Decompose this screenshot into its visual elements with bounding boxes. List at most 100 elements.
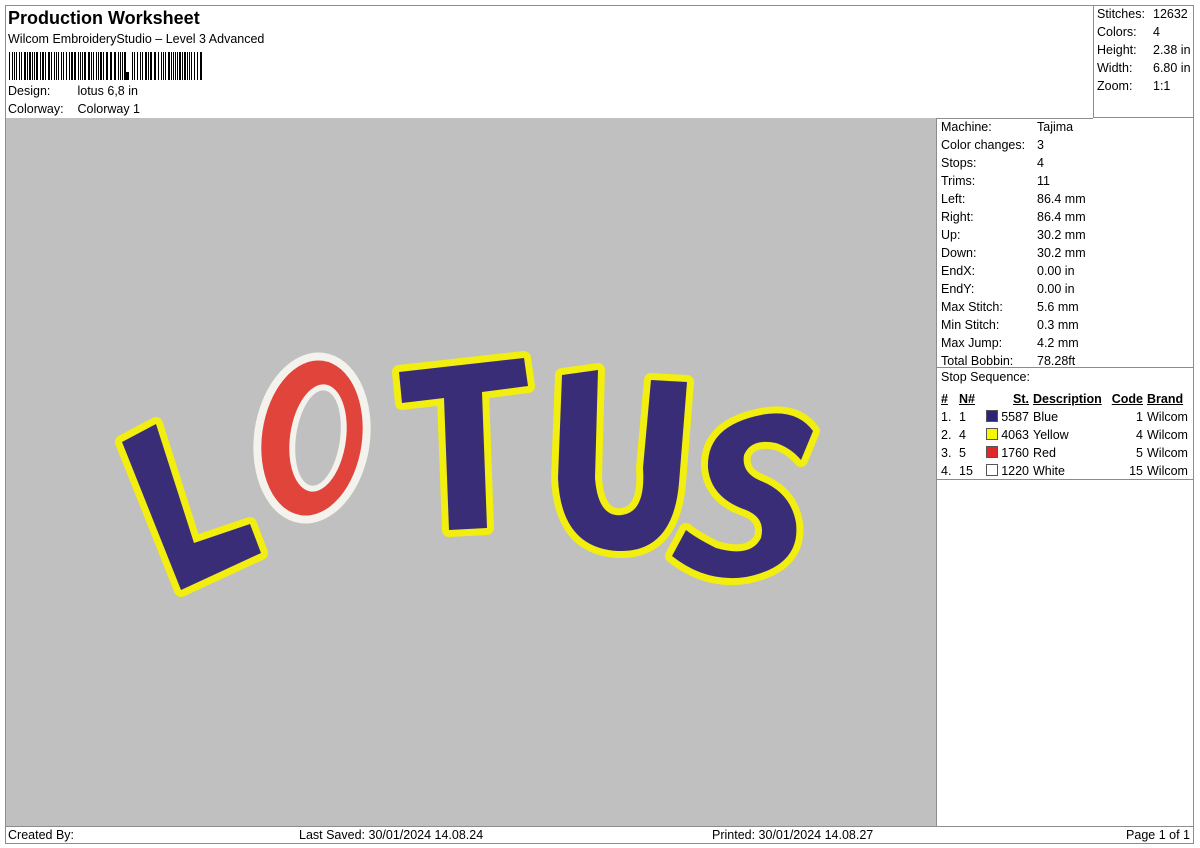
summary-value: 6.80 in [1153, 61, 1191, 75]
summary-value: 12632 [1153, 7, 1188, 21]
stop-stitches-cell: 1760 [981, 444, 1031, 462]
last-saved: Last Saved: 30/01/2024 14.08.24 [299, 828, 484, 842]
info-label: Machine: [941, 120, 992, 134]
stop-description: Yellow [1033, 428, 1069, 442]
info-label: EndY: [941, 282, 975, 296]
stop-code: 1 [1136, 410, 1143, 424]
stop-code: 4 [1136, 428, 1143, 442]
stop-code: 15 [1129, 464, 1143, 478]
info-value: 30.2 mm [1037, 228, 1086, 242]
color-swatch [985, 464, 998, 476]
design-label: Design: [8, 84, 51, 98]
stop-row: 4. 15 1220 White 15 Wilcom [939, 462, 1190, 480]
stop-stitches-cell: 4063 [981, 426, 1031, 444]
stop-stitches: 1220 [1001, 464, 1029, 478]
info-row-down: Down: 30.2 mm [941, 246, 1086, 260]
stop-brand: Wilcom [1147, 428, 1188, 442]
stop-sequence-table: # N# St. Description Code Brand 1. 1 558… [939, 390, 1190, 480]
color-swatch [985, 446, 998, 458]
stop-stitches-cell: 5587 [981, 408, 1031, 426]
stop-needle: 4 [959, 428, 966, 442]
info-row-trims: Trims: 11 [941, 174, 1050, 188]
info-value: 86.4 mm [1037, 210, 1086, 224]
worksheet-footer: Created By: Last Saved: 30/01/2024 14.08… [6, 826, 1193, 844]
info-label: Up: [941, 228, 961, 242]
summary-value: 4 [1153, 25, 1160, 39]
lotus-embroidery-design [115, 351, 820, 597]
stop-index: 4. [941, 464, 952, 478]
info-label: Right: [941, 210, 974, 224]
summary-label: Colors: [1097, 25, 1137, 39]
barcode-image [9, 52, 202, 80]
info-row-endy: EndY: 0.00 in [941, 282, 1075, 296]
info-value: 3 [1037, 138, 1044, 152]
info-label: Total Bobbin: [941, 354, 1014, 368]
stop-table-header: # N# St. Description Code Brand [939, 390, 1190, 408]
summary-row-stitches: Stitches: 12632 [1097, 7, 1188, 21]
info-value: 11 [1037, 174, 1050, 188]
summary-label: Height: [1097, 43, 1137, 57]
info-row-left: Left: 86.4 mm [941, 192, 1086, 206]
colorway-label: Colorway: [8, 102, 64, 116]
info-row-machine: Machine: Tajima [941, 120, 1073, 134]
info-value: 4 [1037, 156, 1044, 170]
info-value: 0.3 mm [1037, 318, 1079, 332]
col-header-needle: N# [959, 392, 975, 406]
col-header-brand: Brand [1147, 392, 1184, 406]
info-value: Tajima [1037, 120, 1074, 134]
summary-row-zoom: Zoom: 1:1 [1097, 79, 1170, 93]
letter-t-fill [399, 358, 528, 530]
colorway-value: Colorway 1 [77, 102, 141, 116]
info-row-up: Up: 30.2 mm [941, 228, 1086, 242]
stop-row: 1. 1 5587 Blue 1 Wilcom [939, 408, 1190, 426]
design-value: lotus 6,8 in [77, 84, 138, 98]
col-header-description: Description [1033, 392, 1102, 406]
colorway-row: Colorway: Colorway 1 [8, 102, 140, 116]
stop-sequence-label: Stop Sequence: [941, 370, 1030, 384]
stop-needle: 5 [959, 446, 966, 460]
machine-info-panel: Machine: Tajima Color changes: 3 Stops: 4 T… [937, 118, 1193, 826]
stop-index: 1. [941, 410, 952, 424]
stop-code: 5 [1136, 446, 1143, 460]
col-header-index: # [941, 392, 948, 406]
stop-row: 2. 4 4063 Yellow 4 Wilcom [939, 426, 1190, 444]
info-label: Color changes: [941, 138, 1026, 152]
info-value: 0.00 in [1037, 282, 1075, 296]
stop-brand: Wilcom [1147, 410, 1188, 424]
info-row-color-changes: Color changes: 3 [941, 138, 1044, 152]
page-number: Page 1 of 1 [1126, 828, 1190, 842]
stop-index: 2. [941, 428, 952, 442]
info-value: 78.28ft [1037, 354, 1076, 368]
summary-label: Stitches: [1097, 7, 1145, 21]
created-by: Created By: [8, 828, 75, 842]
stop-description: Blue [1033, 410, 1059, 424]
info-label: Stops: [941, 156, 977, 170]
stop-description: Red [1033, 446, 1056, 460]
stop-index: 3. [941, 446, 952, 460]
summary-label: Zoom: [1097, 79, 1133, 93]
info-value: 30.2 mm [1037, 246, 1086, 260]
design-preview-canvas [6, 118, 937, 826]
stop-brand: Wilcom [1147, 464, 1188, 478]
worksheet-title: Production Worksheet [8, 8, 200, 28]
stop-needle: 1 [959, 410, 966, 424]
stop-sequence-section: Stop Sequence: # N# St. Description Code… [937, 367, 1193, 478]
col-header-stitches: St. [1013, 392, 1029, 406]
stop-needle: 15 [959, 464, 973, 478]
info-value: 86.4 mm [1037, 192, 1086, 206]
info-label: Max Stitch: [941, 300, 1003, 314]
summary-row-colors: Colors: 4 [1097, 25, 1160, 39]
info-value: 0.00 in [1037, 264, 1075, 278]
stop-description: White [1033, 464, 1065, 478]
color-swatch [985, 410, 998, 422]
printed-date: Printed: 30/01/2024 14.08.27 [712, 828, 874, 842]
software-name: Wilcom EmbroideryStudio – Level 3 Advanc… [8, 32, 265, 46]
info-label: Trims: [941, 174, 976, 188]
production-worksheet: Production Worksheet Wilcom EmbroiderySt… [5, 5, 1194, 844]
info-label: Left: [941, 192, 966, 206]
info-row-max-jump: Max Jump: 4.2 mm [941, 336, 1079, 350]
info-value: 4.2 mm [1037, 336, 1079, 350]
stop-stitches-cell: 1220 [981, 462, 1031, 480]
stop-sequence-divider [937, 479, 1193, 480]
worksheet-header: Production Worksheet Wilcom EmbroiderySt… [6, 6, 1093, 119]
